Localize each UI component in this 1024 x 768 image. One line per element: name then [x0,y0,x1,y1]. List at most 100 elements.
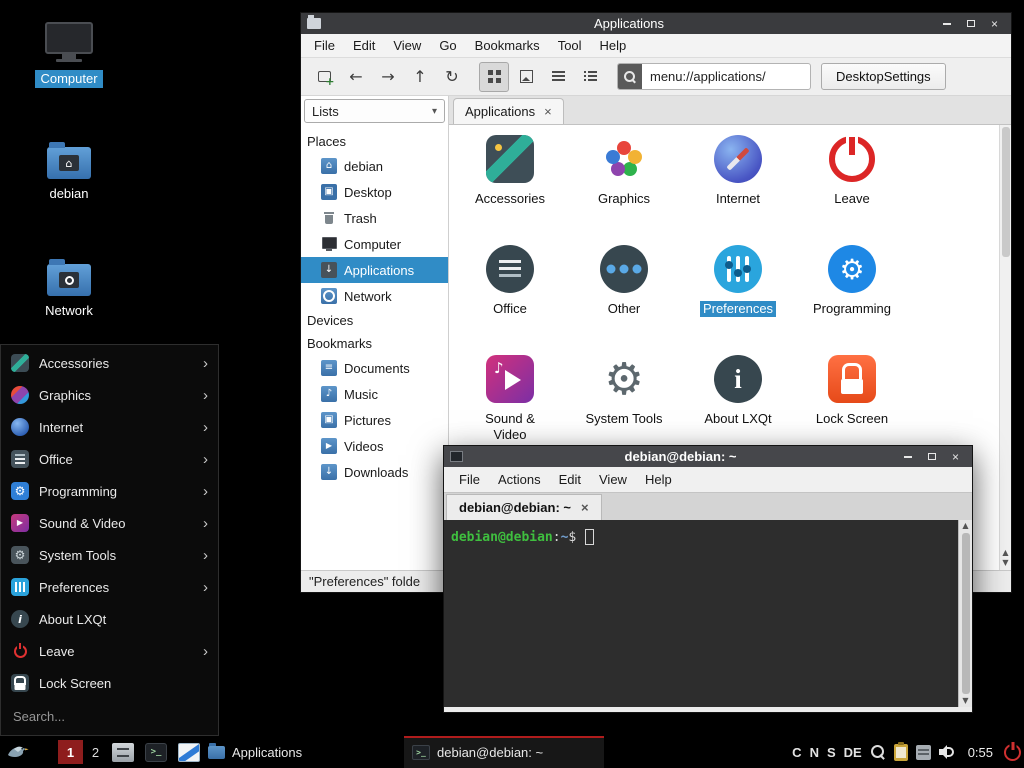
terminal-icon [450,451,463,462]
grid-item-leave[interactable]: Leave [797,135,907,245]
minimize-button[interactable] [897,449,918,464]
clock[interactable]: 0:55 [968,745,993,760]
scroll-up-icon[interactable]: ▲ [962,521,968,531]
sound-video-icon [11,514,29,532]
maximize-button[interactable] [960,16,981,31]
terminal-scrollbar[interactable]: ▲ ▼ [958,520,972,707]
refresh-button[interactable]: ↻ [437,62,467,92]
scroll-up-icon[interactable]: ▲ [1002,548,1008,558]
menu-file[interactable]: File [450,467,489,492]
menu-item-lock-screen[interactable]: Lock Screen [1,667,218,699]
terminal-tab[interactable]: debian@debian: ~ × [446,494,602,520]
menu-item-about-lxqt[interactable]: About LXQt [1,603,218,635]
menu-go[interactable]: Go [430,34,465,57]
menu-help[interactable]: Help [636,467,681,492]
keyboard-layout-indicator[interactable]: DE [844,745,862,760]
menu-item-preferences[interactable]: Preferences› [1,571,218,603]
close-button[interactable]: × [945,449,966,464]
desktop-settings-button[interactable]: DesktopSettings [821,63,946,90]
sidebar-item-music[interactable]: Music [301,381,448,407]
workspace-2-button[interactable]: 2 [83,740,108,764]
sidebar-item-downloads[interactable]: Downloads [301,459,448,485]
thumbnail-view-button[interactable] [511,62,541,92]
package-icon[interactable] [916,745,931,760]
volume-icon[interactable] [939,744,957,760]
sidebar-item-network[interactable]: Network [301,283,448,309]
detailed-view-button[interactable] [575,62,605,92]
file-manager-titlebar[interactable]: Applications × [301,13,1011,34]
menu-edit[interactable]: Edit [550,467,590,492]
menu-item-system-tools[interactable]: System Tools› [1,539,218,571]
text-editor-launcher-icon[interactable] [178,743,200,762]
desktop-icon-computer[interactable]: Computer [19,22,119,88]
clipboard-icon[interactable] [894,744,908,761]
new-tab-button[interactable] [309,62,339,92]
desktop-icon-debian[interactable]: ⌂ debian [19,139,119,203]
terminal-titlebar[interactable]: debian@debian: ~ × [444,446,972,467]
sidebar-item-videos[interactable]: Videos [301,433,448,459]
window-resize-edge[interactable] [444,707,972,712]
sidebar-item-applications[interactable]: Applications [301,257,448,283]
grid-item-graphics[interactable]: Graphics [569,135,679,245]
forward-button[interactable]: → [373,62,403,92]
close-button[interactable]: × [984,16,1005,31]
menu-item-accessories[interactable]: Accessories› [1,347,218,379]
menu-bookmarks[interactable]: Bookmarks [466,34,549,57]
terminal-screen[interactable]: debian@debian:~$ ▲ ▼ [444,520,972,707]
workspace-1-button[interactable]: 1 [58,740,83,764]
scroll-down-icon[interactable]: ▼ [1002,558,1008,568]
sidebar-item-trash[interactable]: Trash [301,205,448,231]
grid-item-preferences[interactable]: Preferences [683,245,793,355]
sidebar-mode-select[interactable]: Lists ▾ [304,99,445,123]
grid-item-office[interactable]: Office [455,245,565,355]
sidebar-item-pictures[interactable]: Pictures [301,407,448,433]
sidebar-item-documents[interactable]: Documents [301,355,448,381]
menu-view[interactable]: View [590,467,636,492]
menu-help[interactable]: Help [591,34,636,57]
menu-edit[interactable]: Edit [344,34,384,57]
grid-item-other[interactable]: Other [569,245,679,355]
magnifier-icon[interactable] [870,744,886,760]
task-button-applications[interactable]: Applications [200,736,400,768]
menu-item-graphics[interactable]: Graphics› [1,379,218,411]
sidebar-item-computer[interactable]: Computer [301,231,448,257]
tab-close-icon[interactable]: × [544,104,552,119]
tab-close-icon[interactable]: × [581,500,589,515]
menu-search-input[interactable] [13,709,206,724]
menu-item-internet[interactable]: Internet› [1,411,218,443]
maximize-button[interactable] [921,449,942,464]
desktop-icon-network[interactable]: Network [19,256,119,320]
back-button[interactable]: ← [341,62,371,92]
up-button[interactable]: ↑ [405,62,435,92]
menu-item-leave[interactable]: Leave› [1,635,218,667]
lock-icon [828,355,876,403]
minimize-button[interactable] [936,16,957,31]
grid-item-internet[interactable]: Internet [683,135,793,245]
grid-item-programming[interactable]: Programming [797,245,907,355]
menu-view[interactable]: View [384,34,430,57]
scrollbar-thumb[interactable] [1002,127,1010,257]
file-manager-launcher-icon[interactable] [112,743,134,762]
lxqt-menu-button[interactable] [3,739,31,765]
menu-item-programming[interactable]: Programming› [1,475,218,507]
address-bar[interactable]: menu://applications/ [617,63,811,90]
menu-item-sound-video[interactable]: Sound & Video› [1,507,218,539]
compact-view-button[interactable] [543,62,573,92]
menu-file[interactable]: File [305,34,344,57]
terminal-launcher-icon[interactable] [145,743,167,762]
menu-actions[interactable]: Actions [489,467,550,492]
tab-applications[interactable]: Applications × [453,98,564,124]
power-button[interactable] [1004,744,1021,761]
sidebar-item-desktop[interactable]: Desktop [301,179,448,205]
search-icon[interactable] [618,64,642,89]
task-button-terminal[interactable]: debian@debian: ~ [404,736,604,768]
menu-tool[interactable]: Tool [549,34,591,57]
sidebar-item-debian[interactable]: debian [301,153,448,179]
scroll-down-icon[interactable]: ▼ [962,696,968,706]
icon-view-button[interactable] [479,62,509,92]
scrollbar-thumb[interactable] [962,533,970,694]
compact-view-icon [552,70,565,83]
menu-item-office[interactable]: Office› [1,443,218,475]
grid-item-accessories[interactable]: Accessories [455,135,565,245]
vertical-scrollbar[interactable]: ▲ ▼ [999,125,1011,570]
